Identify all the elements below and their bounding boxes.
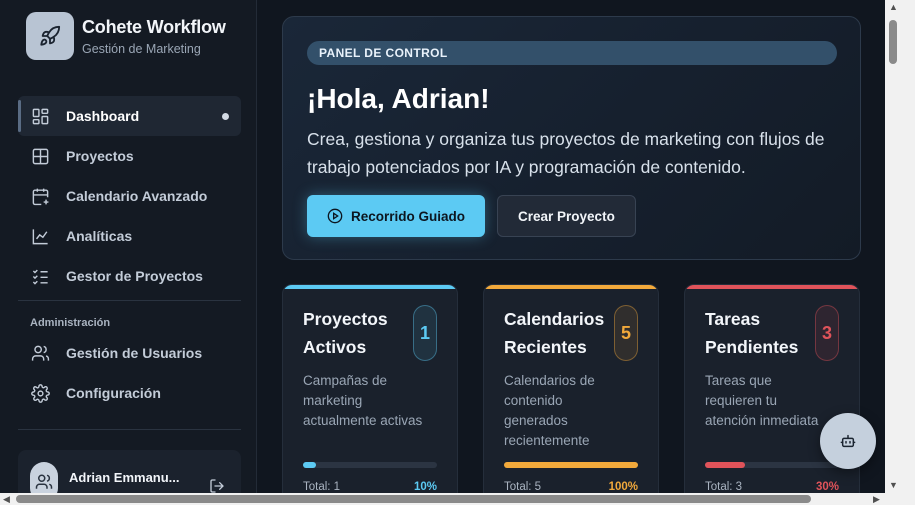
sidebar-item-calendario[interactable]: Calendario Avanzado [18,176,241,216]
scroll-right-arrow[interactable]: ▶ [873,494,880,504]
dashboard-icon [30,106,50,126]
greeting-title: ¡Hola, Adrian! [307,83,490,114]
horizontal-scrollbar[interactable]: ◀ ▶ [0,493,915,505]
card-count-badge: 5 [614,305,638,361]
hero-actions: Recorrido Guiado Crear Proyecto [307,195,836,237]
nav-divider [18,429,241,430]
stats-cards: Proyectos Activos 1 Campañas de marketin… [282,284,860,493]
card-description: Campañas de marketing actualmente activa… [303,373,423,428]
checklist-icon [30,266,50,286]
card-total: Total: 1 [303,481,341,493]
main-nav: Dashboard Proyectos Calendario Avanzado [18,96,241,434]
welcome-description: Crea, gestiona y organiza tus proyectos … [307,129,825,177]
card-title: Calendarios Recientes [504,309,605,357]
card-count-badge: 3 [815,305,839,361]
scroll-down-arrow[interactable]: ▼ [889,480,898,490]
progress-fill [504,462,638,468]
avatar [30,462,58,493]
guided-tour-label: Recorrido Guiado [351,208,466,224]
sidebar-item-label: Gestor de Proyectos [66,268,203,284]
rocket-icon [26,12,74,60]
nav-divider [18,300,241,301]
scroll-up-arrow[interactable]: ▲ [889,2,898,12]
sidebar-item-usuarios[interactable]: Gestión de Usuarios [18,333,241,373]
panel-badge: PANEL DE CONTROL [307,41,837,65]
vertical-scrollbar[interactable]: ▲ ▼ [885,0,915,493]
app-subtitle: Gestión de Marketing [82,41,201,56]
bot-icon [840,434,856,448]
card-footer: Total: 3 30% [705,481,839,493]
scroll-left-arrow[interactable]: ◀ [3,494,10,504]
sidebar-item-gestor[interactable]: Gestor de Proyectos [18,256,241,296]
sidebar-item-proyectos[interactable]: Proyectos [18,136,241,176]
gear-icon [30,383,50,403]
user-name: Adrian Emmanu... [69,470,180,485]
progress-fill [705,462,746,468]
sidebar: Cohete Workflow Gestión de Marketing Das… [0,0,257,493]
sidebar-item-label: Proyectos [66,148,134,164]
sidebar-item-label: Configuración [66,385,161,401]
progress-bar [504,462,638,468]
card-title: Tareas Pendientes [705,309,799,357]
admin-section-label: Administración [30,317,111,329]
card-total: Total: 3 [705,481,743,493]
sidebar-item-configuracion[interactable]: Configuración [18,373,241,413]
sidebar-item-analiticas[interactable]: Analíticas [18,216,241,256]
progress-fill [303,462,317,468]
users-icon [30,343,50,363]
brand[interactable]: Cohete Workflow Gestión de Marketing [26,12,226,60]
play-circle-icon [327,208,343,224]
user-card[interactable]: Adrian Emmanu... [18,450,241,493]
stat-card-active-projects[interactable]: Proyectos Activos 1 Campañas de marketin… [282,284,458,493]
sidebar-item-label: Calendario Avanzado [66,188,208,204]
create-project-button[interactable]: Crear Proyecto [497,195,636,237]
main-content: PANEL DE CONTROL ¡Hola, Adrian! Crea, ge… [257,0,885,493]
card-total: Total: 5 [504,481,542,493]
card-accent [685,285,859,289]
app-window: Cohete Workflow Gestión de Marketing Das… [0,0,885,493]
card-percent: 10% [413,481,437,493]
logout-icon[interactable] [209,478,225,493]
progress-bar [705,462,839,468]
sidebar-item-label: Analíticas [66,228,133,244]
card-accent [484,285,658,289]
card-percent: 30% [815,481,839,493]
assistant-bot-button[interactable] [820,413,876,469]
line-chart-icon [30,226,50,246]
stat-card-recent-calendars[interactable]: Calendarios Recientes 5 Calendarios de c… [483,284,659,493]
welcome-panel: PANEL DE CONTROL ¡Hola, Adrian! Crea, ge… [282,16,861,260]
guided-tour-button[interactable]: Recorrido Guiado [307,195,486,237]
sidebar-item-label: Dashboard [66,108,140,124]
card-count-badge: 1 [413,305,437,361]
card-accent [283,285,457,289]
card-footer: Total: 5 100% [504,481,638,493]
active-indicator [222,112,229,120]
app-title: Cohete Workflow [82,16,226,37]
sidebar-item-dashboard[interactable]: Dashboard [18,96,241,136]
sidebar-item-label: Gestión de Usuarios [66,345,203,361]
vertical-scroll-thumb[interactable] [889,20,897,64]
progress-bar [303,462,437,468]
horizontal-scroll-thumb[interactable] [16,495,811,503]
grid-icon [30,146,50,166]
calendar-plus-icon [30,186,50,206]
card-percent: 100% [608,481,638,493]
card-description: Calendarios de contenido generados recie… [504,373,595,448]
card-footer: Total: 1 10% [303,481,437,493]
card-description: Tareas que requieren tu atención inmedia… [705,373,819,428]
card-title: Proyectos Activos [303,309,388,357]
